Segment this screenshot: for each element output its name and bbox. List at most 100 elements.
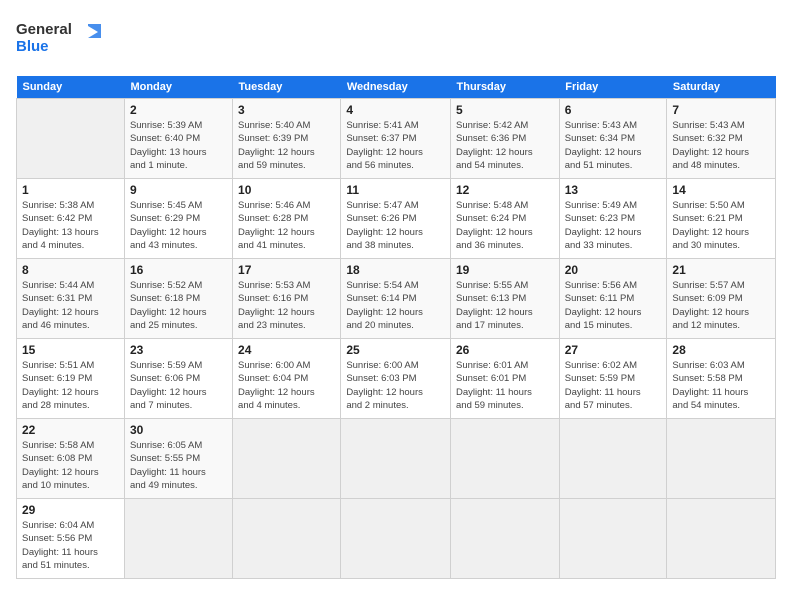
calendar-cell: 28 Sunrise: 6:03 AMSunset: 5:58 PMDayligh…	[667, 339, 776, 419]
calendar-cell: 11 Sunrise: 5:47 AMSunset: 6:26 PMDayligh…	[341, 179, 451, 259]
day-number: 29	[22, 503, 119, 517]
day-number: 22	[22, 423, 119, 437]
calendar-cell: 15 Sunrise: 5:51 AMSunset: 6:19 PMDayligh…	[17, 339, 125, 419]
calendar-cell: 30 Sunrise: 6:05 AMSunset: 5:55 PMDayligh…	[124, 419, 232, 499]
day-number: 27	[565, 343, 662, 357]
day-number: 11	[346, 183, 445, 197]
calendar-cell: 2 Sunrise: 5:39 AMSunset: 6:40 PMDaylight…	[124, 99, 232, 179]
calendar-cell: 4Sunrise: 5:41 AMSunset: 6:37 PMDaylight…	[341, 99, 451, 179]
day-number: 14	[672, 183, 770, 197]
calendar-cell	[233, 419, 341, 499]
day-header-tuesday: Tuesday	[233, 76, 341, 99]
day-info: Sunrise: 5:50 AMSunset: 6:21 PMDaylight:…	[672, 199, 770, 252]
calendar-cell: 29 Sunrise: 6:04 AMSunset: 5:56 PMDayligh…	[17, 499, 125, 579]
day-info: Sunrise: 6:02 AMSunset: 5:59 PMDaylight:…	[565, 359, 662, 412]
calendar-cell: 9 Sunrise: 5:45 AMSunset: 6:29 PMDaylight…	[124, 179, 232, 259]
day-info: Sunrise: 5:43 AMSunset: 6:34 PMDaylight:…	[565, 119, 662, 172]
calendar-week-0: 2 Sunrise: 5:39 AMSunset: 6:40 PMDaylight…	[17, 99, 776, 179]
day-number: 13	[565, 183, 662, 197]
calendar-cell: 24Sunrise: 6:00 AMSunset: 6:04 PMDayligh…	[233, 339, 341, 419]
calendar-cell	[341, 499, 451, 579]
day-number: 7	[672, 103, 770, 117]
calendar-week-1: 1Sunrise: 5:38 AMSunset: 6:42 PMDaylight…	[17, 179, 776, 259]
day-header-wednesday: Wednesday	[341, 76, 451, 99]
day-info: Sunrise: 6:00 AMSunset: 6:03 PMDaylight:…	[346, 359, 445, 412]
calendar-cell: 14 Sunrise: 5:50 AMSunset: 6:21 PMDayligh…	[667, 179, 776, 259]
day-info: Sunrise: 5:57 AMSunset: 6:09 PMDaylight:…	[672, 279, 770, 332]
day-info: Sunrise: 5:42 AMSunset: 6:36 PMDaylight:…	[456, 119, 554, 172]
calendar-cell: 10 Sunrise: 5:46 AMSunset: 6:28 PMDayligh…	[233, 179, 341, 259]
day-info: Sunrise: 5:43 AMSunset: 6:32 PMDaylight:…	[672, 119, 770, 172]
calendar-cell	[124, 499, 232, 579]
day-info: Sunrise: 6:03 AMSunset: 5:58 PMDaylight:…	[672, 359, 770, 412]
day-info: Sunrise: 6:01 AMSunset: 6:01 PMDaylight:…	[456, 359, 554, 412]
day-info: Sunrise: 5:46 AMSunset: 6:28 PMDaylight:…	[238, 199, 335, 252]
day-header-thursday: Thursday	[451, 76, 560, 99]
day-number: 21	[672, 263, 770, 277]
day-info: Sunrise: 5:59 AMSunset: 6:06 PMDaylight:…	[130, 359, 227, 412]
day-number: 17	[238, 263, 335, 277]
day-info: Sunrise: 5:55 AMSunset: 6:13 PMDaylight:…	[456, 279, 554, 332]
calendar-cell: 1Sunrise: 5:38 AMSunset: 6:42 PMDaylight…	[17, 179, 125, 259]
day-info: Sunrise: 5:49 AMSunset: 6:23 PMDaylight:…	[565, 199, 662, 252]
day-info: Sunrise: 5:41 AMSunset: 6:37 PMDaylight:…	[346, 119, 445, 172]
day-number: 25	[346, 343, 445, 357]
calendar-cell: 18 Sunrise: 5:54 AMSunset: 6:14 PMDayligh…	[341, 259, 451, 339]
calendar-week-5: 29 Sunrise: 6:04 AMSunset: 5:56 PMDayligh…	[17, 499, 776, 579]
day-number: 23	[130, 343, 227, 357]
day-info: Sunrise: 5:52 AMSunset: 6:18 PMDaylight:…	[130, 279, 227, 332]
day-info: Sunrise: 5:40 AMSunset: 6:39 PMDaylight:…	[238, 119, 335, 172]
calendar-week-4: 22 Sunrise: 5:58 AMSunset: 6:08 PMDayligh…	[17, 419, 776, 499]
page-header: General Blue	[16, 16, 776, 66]
day-number: 18	[346, 263, 445, 277]
day-number: 28	[672, 343, 770, 357]
day-info: Sunrise: 5:56 AMSunset: 6:11 PMDaylight:…	[565, 279, 662, 332]
day-header-sunday: Sunday	[17, 76, 125, 99]
day-number: 24	[238, 343, 335, 357]
calendar-cell: 27 Sunrise: 6:02 AMSunset: 5:59 PMDayligh…	[559, 339, 667, 419]
calendar-cell	[559, 499, 667, 579]
calendar-week-3: 15 Sunrise: 5:51 AMSunset: 6:19 PMDayligh…	[17, 339, 776, 419]
calendar-cell: 22 Sunrise: 5:58 AMSunset: 6:08 PMDayligh…	[17, 419, 125, 499]
day-number: 10	[238, 183, 335, 197]
calendar-cell	[451, 419, 560, 499]
calendar-header-row: SundayMondayTuesdayWednesdayThursdayFrid…	[17, 76, 776, 99]
calendar-cell: 19 Sunrise: 5:55 AMSunset: 6:13 PMDayligh…	[451, 259, 560, 339]
day-header-saturday: Saturday	[667, 76, 776, 99]
day-number: 19	[456, 263, 554, 277]
calendar-cell	[233, 499, 341, 579]
day-info: Sunrise: 6:05 AMSunset: 5:55 PMDaylight:…	[130, 439, 227, 492]
calendar-cell: 25 Sunrise: 6:00 AMSunset: 6:03 PMDayligh…	[341, 339, 451, 419]
calendar-cell: 17Sunrise: 5:53 AMSunset: 6:16 PMDayligh…	[233, 259, 341, 339]
calendar-cell: 7 Sunrise: 5:43 AMSunset: 6:32 PMDaylight…	[667, 99, 776, 179]
calendar-cell	[451, 499, 560, 579]
calendar-cell	[17, 99, 125, 179]
day-number: 3	[238, 103, 335, 117]
calendar-cell: 12Sunrise: 5:48 AMSunset: 6:24 PMDayligh…	[451, 179, 560, 259]
calendar-cell: 21 Sunrise: 5:57 AMSunset: 6:09 PMDayligh…	[667, 259, 776, 339]
calendar-cell	[667, 419, 776, 499]
calendar-cell	[667, 499, 776, 579]
day-number: 26	[456, 343, 554, 357]
day-number: 30	[130, 423, 227, 437]
day-number: 15	[22, 343, 119, 357]
day-info: Sunrise: 5:54 AMSunset: 6:14 PMDaylight:…	[346, 279, 445, 332]
day-number: 12	[456, 183, 554, 197]
day-number: 9	[130, 183, 227, 197]
day-header-friday: Friday	[559, 76, 667, 99]
day-info: Sunrise: 5:51 AMSunset: 6:19 PMDaylight:…	[22, 359, 119, 412]
day-number: 16	[130, 263, 227, 277]
svg-text:Blue: Blue	[16, 38, 49, 55]
day-info: Sunrise: 5:45 AMSunset: 6:29 PMDaylight:…	[130, 199, 227, 252]
day-info: Sunrise: 5:58 AMSunset: 6:08 PMDaylight:…	[22, 439, 119, 492]
day-info: Sunrise: 5:47 AMSunset: 6:26 PMDaylight:…	[346, 199, 445, 252]
day-info: Sunrise: 5:39 AMSunset: 6:40 PMDaylight:…	[130, 119, 227, 172]
calendar-cell: 6Sunrise: 5:43 AMSunset: 6:34 PMDaylight…	[559, 99, 667, 179]
calendar-cell: 20Sunrise: 5:56 AMSunset: 6:11 PMDayligh…	[559, 259, 667, 339]
day-info: Sunrise: 5:44 AMSunset: 6:31 PMDaylight:…	[22, 279, 119, 332]
calendar-cell	[559, 419, 667, 499]
calendar-cell: 13 Sunrise: 5:49 AMSunset: 6:23 PMDayligh…	[559, 179, 667, 259]
day-number: 2	[130, 103, 227, 117]
day-info: Sunrise: 6:04 AMSunset: 5:56 PMDaylight:…	[22, 519, 119, 572]
calendar-cell: 5Sunrise: 5:42 AMSunset: 6:36 PMDaylight…	[451, 99, 560, 179]
